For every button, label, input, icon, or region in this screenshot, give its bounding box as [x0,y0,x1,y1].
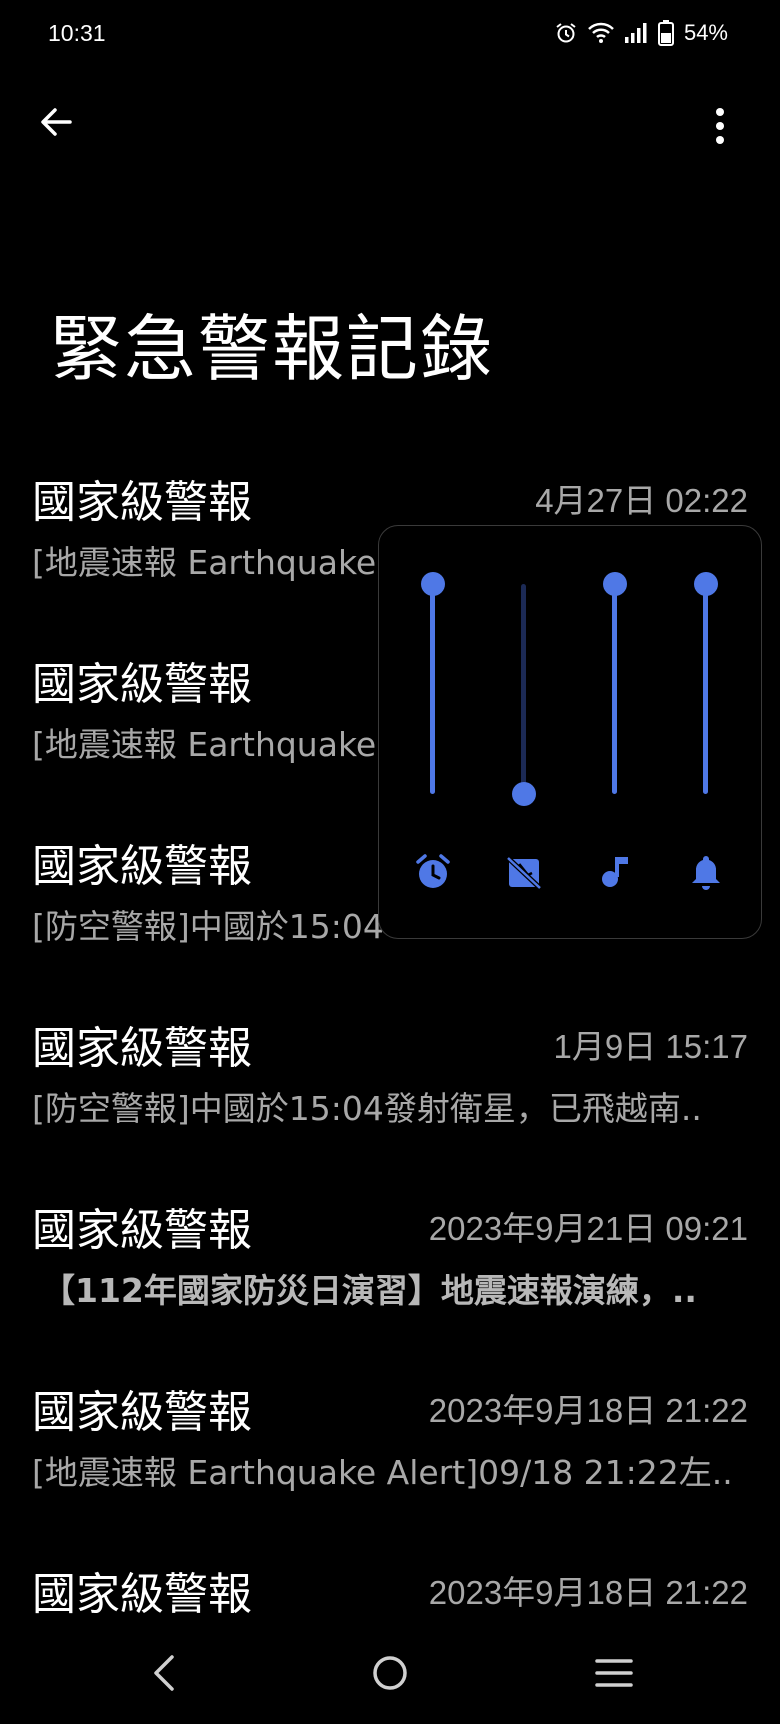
alarm-clock-icon[interactable] [409,848,457,896]
alert-title: 國家級警報 [32,659,252,710]
bell-icon[interactable] [682,848,730,896]
battery-icon [657,20,674,46]
slider-fill [612,584,617,794]
alert-time: 2023年9月18日 21:22 [428,1574,748,1611]
nav-recents-icon[interactable] [584,1648,644,1698]
alert-time: 2023年9月18日 21:22 [428,1392,748,1429]
slider-thumb[interactable] [694,572,718,596]
music-note-icon[interactable] [591,848,639,896]
signal-icon [624,21,648,45]
slider-fill [703,584,708,794]
alarm-volume-slider[interactable] [413,572,453,794]
nav-home-icon[interactable] [360,1648,420,1698]
alert-title: 國家級警報 [32,477,252,528]
navigation-bar [0,1628,780,1716]
alert-time: 1月9日 15:17 [553,1028,748,1065]
alarm-icon [554,21,578,45]
nav-back-icon[interactable] [135,1648,195,1698]
alert-title: 國家級警報 [32,1569,252,1620]
alert-body: [地震速報 Earthquake Alert]09/18 21:22左.. [32,1453,733,1492]
slider-thumb[interactable] [603,572,627,596]
ring-volume-slider[interactable] [686,572,726,794]
list-item[interactable]: 國家級警報 2023年9月18日 21:22 [地震速報 Earthquake … [0,1360,780,1542]
list-item[interactable]: 國家級警報 2023年9月21日 09:21 【112年國家防災日演習】地震速報… [0,1178,780,1360]
call-muted-icon[interactable] [500,848,548,896]
slider-thumb[interactable] [512,782,536,806]
slider-track [521,584,526,794]
slider-thumb[interactable] [421,572,445,596]
battery-percent: 54% [683,20,728,45]
alert-time: 4月27日 02:22 [535,482,748,519]
wifi-icon [588,21,614,45]
media-volume-slider[interactable] [595,572,635,794]
alert-title: 國家級警報 [32,1387,252,1438]
list-item[interactable]: 國家級警報 1月9日 15:17 [防空警報]中國於15:04發射衛星，已飛越南… [0,996,780,1178]
status-bar: 10:31 54% [0,0,780,72]
volume-panel [378,525,762,939]
alert-body: [防空警報]中國於15:04發射衛星，已飛越南.. [32,1089,702,1128]
more-vert-icon [716,108,724,144]
alert-title: 國家級警報 [32,841,252,892]
slider-fill [430,584,435,794]
status-time: 10:31 [48,20,106,46]
arrow-left-icon [41,108,72,136]
alert-title: 國家級警報 [32,1023,252,1074]
alert-time: 2023年9月21日 09:21 [428,1210,748,1247]
alert-body: 【112年國家防災日演習】地震速報演練，.. [42,1271,697,1310]
alert-title: 國家級警報 [32,1205,252,1256]
status-icons: 54% [554,20,728,46]
page-title: 緊急警報記錄 [50,307,495,391]
call-volume-slider[interactable] [504,584,544,806]
more-options-button[interactable] [698,100,742,152]
back-button[interactable] [30,96,82,148]
